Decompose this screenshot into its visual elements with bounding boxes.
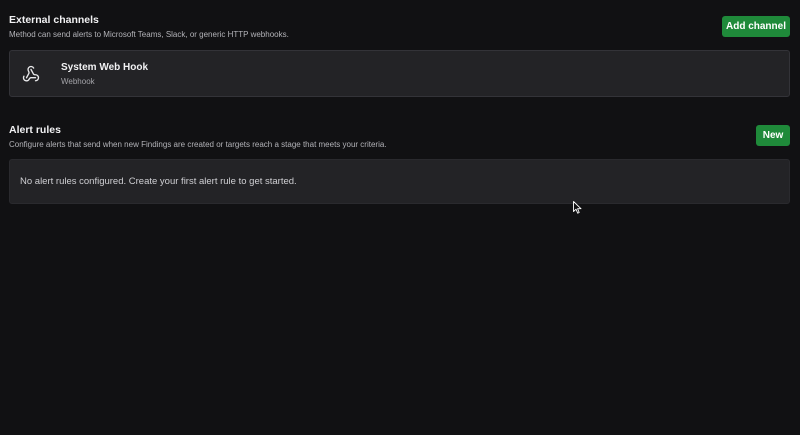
external-channels-description: Method can send alerts to Microsoft Team… xyxy=(9,30,289,39)
mouse-pointer-icon xyxy=(573,201,582,214)
new-alert-rule-button[interactable]: New xyxy=(756,125,790,146)
alerts-settings-page: External channels Method can send alerts… xyxy=(0,0,800,435)
external-channels-title: External channels xyxy=(9,14,99,26)
alert-rules-empty-state: No alert rules configured. Create your f… xyxy=(9,159,790,204)
channel-name: System Web Hook xyxy=(61,62,149,73)
alert-rules-title: Alert rules xyxy=(9,124,61,136)
add-channel-button[interactable]: Add channel xyxy=(722,16,790,37)
empty-state-message: No alert rules configured. Create your f… xyxy=(20,176,297,187)
alert-rules-description: Configure alerts that send when new Find… xyxy=(9,140,387,149)
channel-card-system-web-hook[interactable]: System Web Hook Webhook xyxy=(9,50,790,97)
alert-rules-header: Alert rules Configure alerts that send w… xyxy=(9,124,387,150)
webhook-icon xyxy=(22,65,40,82)
channel-type: Webhook xyxy=(61,77,95,86)
external-channels-header: External channels Method can send alerts… xyxy=(9,14,289,40)
